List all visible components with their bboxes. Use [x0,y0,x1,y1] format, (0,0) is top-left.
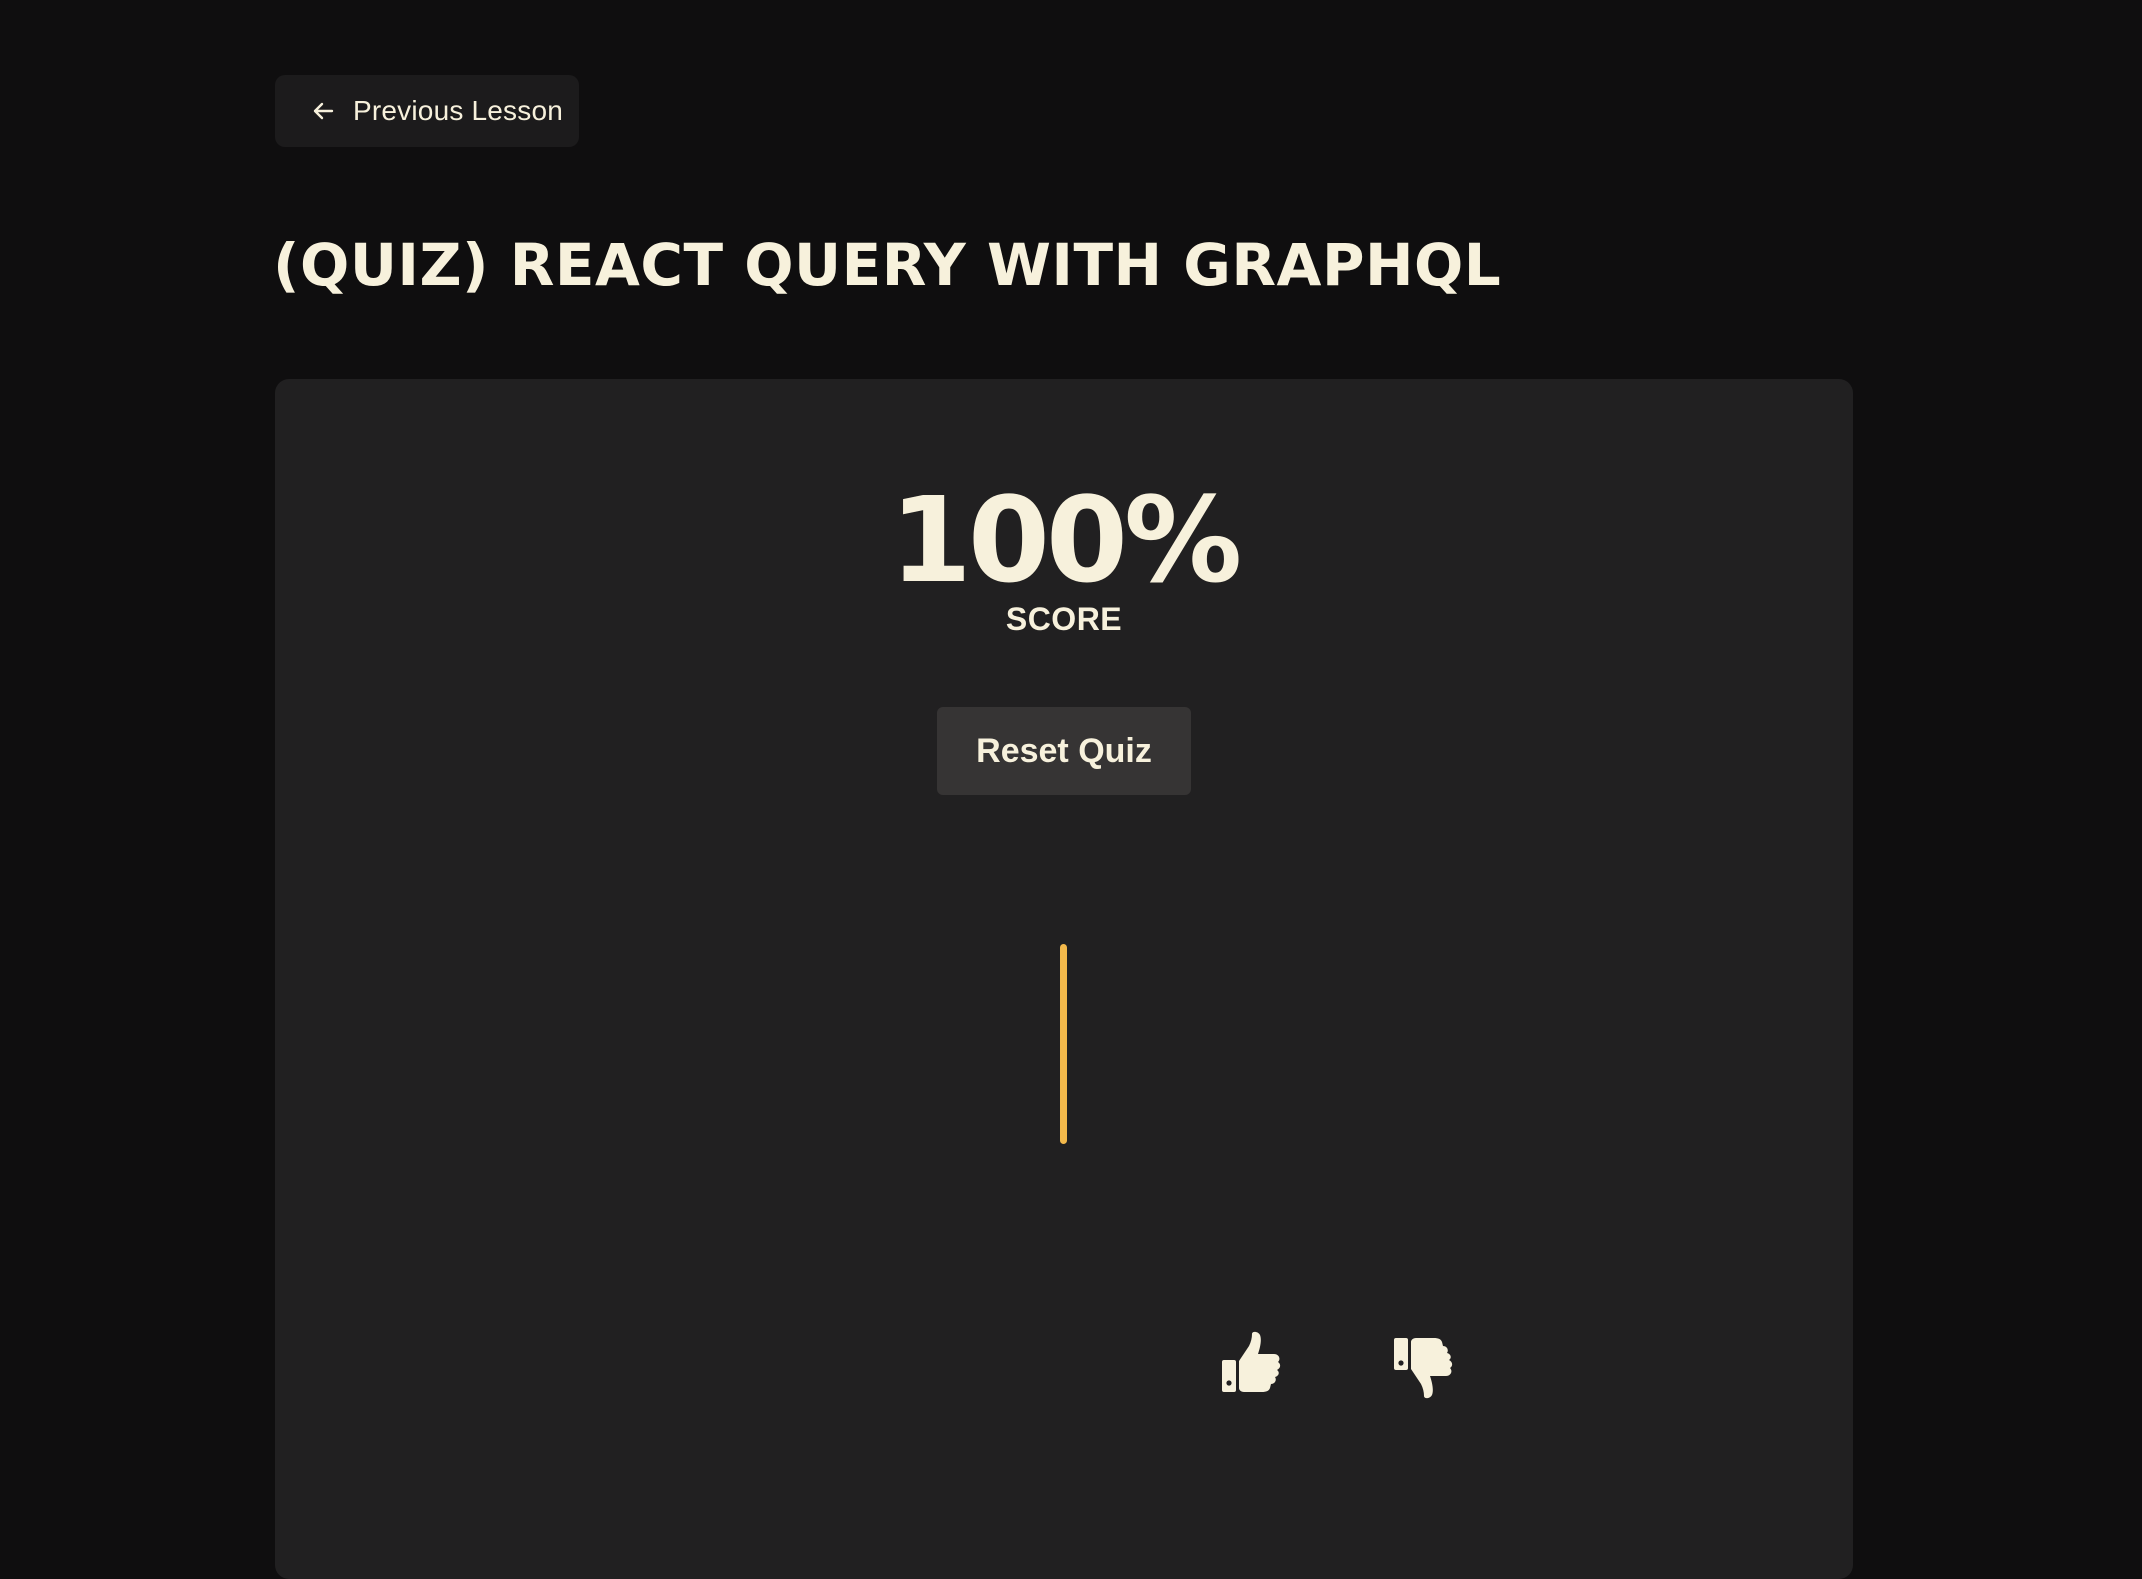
score-value: 100% [889,471,1243,609]
thumbs-down-button[interactable] [1388,1334,1458,1404]
score-label: SCORE [1005,601,1123,637]
thumbs-down-icon [1390,1334,1456,1405]
quiz-result-card: 100% SCORE Reset Quiz [275,379,1853,1579]
reset-quiz-button[interactable]: Reset Quiz [937,707,1191,795]
previous-lesson-label: Previous Lesson [353,95,564,126]
arrow-left-icon [309,97,337,125]
accent-bar [1060,944,1067,1144]
page-title: (QUIZ) REACT QUERY WITH GRAPHQL [273,231,1502,299]
thumbs-up-button[interactable] [1216,1330,1286,1400]
previous-lesson-button[interactable]: Previous Lesson [275,75,579,147]
thumbs-up-icon [1218,1330,1284,1401]
